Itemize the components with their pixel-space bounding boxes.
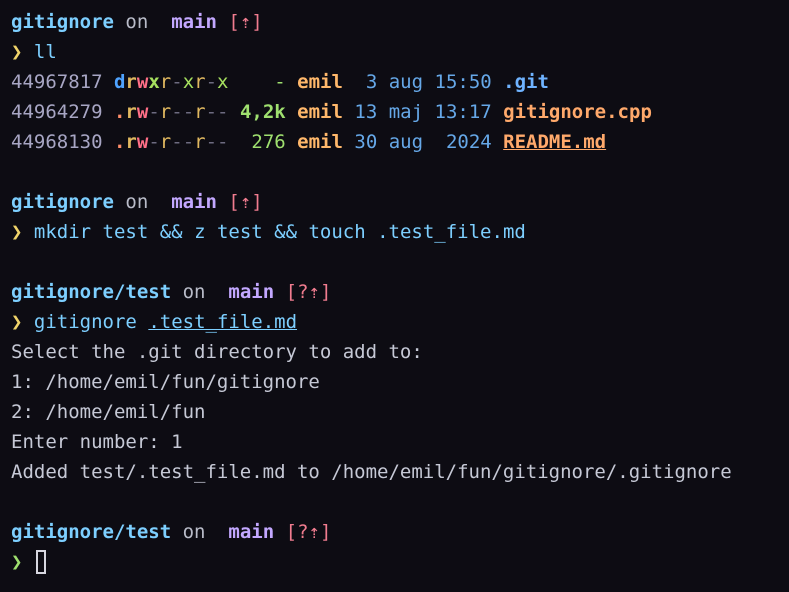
listing-month: maj (388, 101, 424, 123)
output-line: Enter number: 1 (11, 431, 183, 453)
listing-inode: 44964279 (11, 101, 103, 123)
listing-size: - (274, 71, 286, 93)
listing-name: README.md (503, 131, 607, 153)
listing-user: emil (297, 131, 343, 153)
prompt-directory: gitignore (11, 11, 114, 33)
listing-month: aug (388, 71, 424, 93)
command-argument: .test_file.md (148, 311, 298, 333)
command-text: z (194, 221, 206, 243)
prompt-line: gitignore on main [⇡] (11, 7, 789, 37)
listing-user: emil (297, 101, 343, 123)
prompt-chevron-icon: ❯ (11, 311, 23, 333)
prompt-branch: main (228, 521, 275, 543)
git-status-badge: [?⇡] (285, 281, 332, 303)
listing-time: 15:50 (434, 71, 492, 93)
prompt-directory: gitignore/test (11, 521, 172, 543)
command-text: touch (308, 221, 366, 243)
prompt-directory: gitignore/test (11, 281, 172, 303)
listing-size: 276 (251, 131, 286, 153)
listing-size: 4,2k (239, 101, 286, 123)
listing-inode: 44967817 (11, 71, 103, 93)
prompt-chevron-icon: ❯ (11, 41, 23, 63)
prompt-line: gitignore on main [⇡] (11, 187, 789, 217)
prompt-chevron-icon: ❯ (11, 221, 23, 243)
listing-month: aug (388, 131, 424, 153)
git-status-badge: [?⇡] (285, 521, 332, 543)
listing-row: 44967817 drwxr-xr-x - emil 3 aug 15:50 .… (11, 67, 789, 97)
prompt-chevron-icon: ❯ (11, 551, 23, 573)
command-text: test && (91, 221, 195, 243)
prompt-directory: gitignore (11, 191, 114, 213)
output-line: 1: /home/emil/fun/gitignore (11, 371, 320, 393)
listing-day: 3 (365, 71, 378, 93)
prompt-branch: main (171, 11, 217, 33)
listing-time: 13:17 (434, 101, 492, 123)
prompt-on-label: on (182, 521, 206, 543)
command-line: ❯ gitignore .test_file.md (11, 307, 789, 337)
command-text: gitignore (33, 311, 137, 333)
prompt-branch: main (171, 191, 217, 213)
listing-name: .git (503, 71, 549, 93)
listing-row: 44964279 .rw-r--r-- 4,2k emil 13 maj 13:… (11, 97, 789, 127)
output-line: 2: /home/emil/fun (11, 401, 206, 423)
listing-inode: 44968130 (11, 131, 103, 153)
listing-permissions: .rw-r--r-- (113, 131, 229, 153)
output-line: Select the .git directory to add to: (11, 341, 423, 363)
output-line: Added test/.test_file.md to /home/emil/f… (11, 461, 732, 483)
text-cursor[interactable] (35, 549, 46, 574)
command-line: ❯ mkdir test && z test && touch .test_fi… (11, 217, 789, 247)
listing-permissions: drwxr-xr-x (113, 71, 229, 93)
terminal-window[interactable]: gitignore on main [⇡] ❯ ll 44967817 drwx… (0, 0, 789, 592)
listing-permissions: .rw-r--r-- (113, 101, 229, 123)
command-text: test && (205, 221, 309, 243)
prompt-on-label: on (125, 191, 149, 213)
command-text: mkdir (33, 221, 92, 243)
prompt-branch: main (228, 281, 275, 303)
command-line: ❯ ll (11, 37, 789, 67)
listing-day: 30 (354, 131, 378, 153)
prompt-line: gitignore/test on main [?⇡] (11, 277, 789, 307)
command-text: ll (33, 41, 57, 63)
prompt-on-label: on (182, 281, 206, 303)
listing-user: emil (297, 71, 343, 93)
listing-time: 2024 (445, 131, 492, 153)
prompt-on-label: on (125, 11, 149, 33)
listing-name: gitignore.cpp (503, 101, 652, 123)
listing-row: 44968130 .rw-r--r-- 276 emil 30 aug 2024… (11, 127, 789, 157)
command-line[interactable]: ❯ (11, 547, 789, 577)
git-status-badge: [⇡] (228, 11, 263, 33)
prompt-line: gitignore/test on main [?⇡] (11, 517, 789, 547)
git-status-badge: [⇡] (228, 191, 263, 213)
listing-day: 13 (354, 101, 378, 123)
command-text: .test_file.md (365, 221, 526, 243)
